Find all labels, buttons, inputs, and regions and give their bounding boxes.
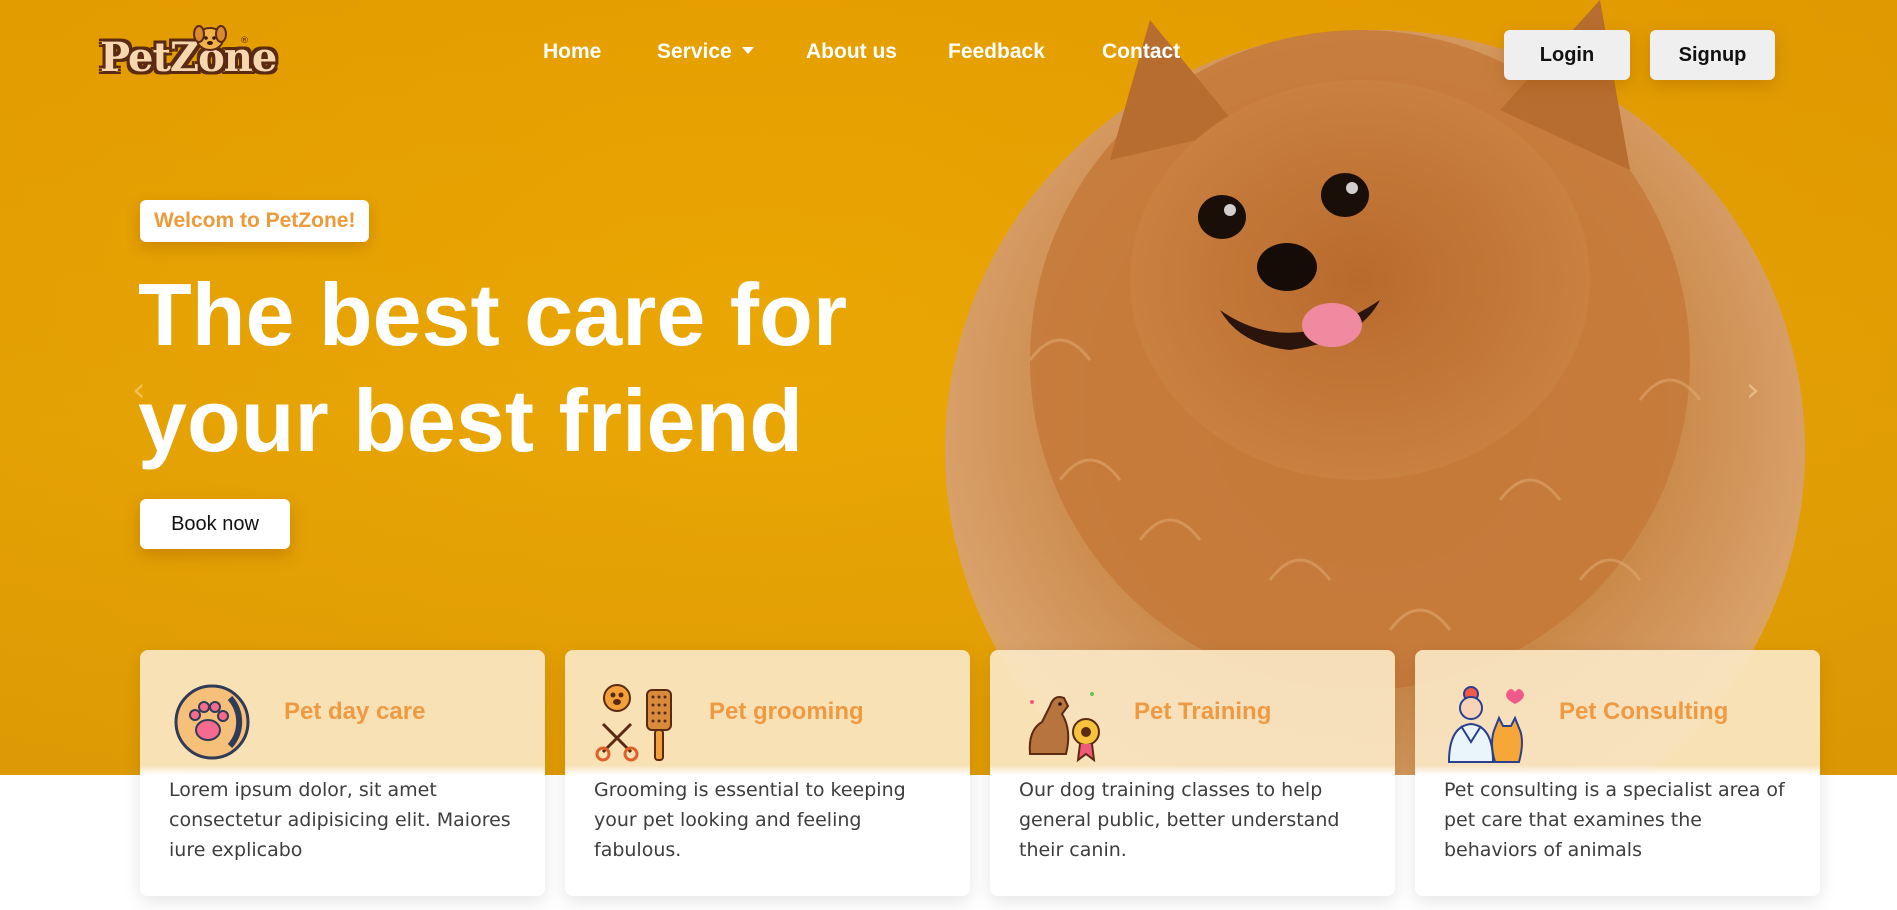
service-title: Pet Training <box>1134 698 1272 725</box>
nav-service[interactable]: Service <box>657 40 754 64</box>
nav-home[interactable]: Home <box>543 40 601 64</box>
service-title: Pet day care <box>284 698 426 725</box>
book-now-button[interactable]: Book now <box>140 499 290 549</box>
chevron-down-icon <box>741 47 754 54</box>
brand-name: PetZone <box>100 33 277 81</box>
nav-service-label: Service <box>657 40 732 63</box>
service-card-consulting[interactable]: Pet Consulting Pet consulting is a speci… <box>1415 650 1820 896</box>
carousel-prev-icon[interactable]: ‹ <box>132 370 152 410</box>
service-description: Lorem ipsum dolor, sit amet consectetur … <box>169 779 511 861</box>
carousel-next-icon[interactable]: › <box>1746 370 1766 410</box>
service-description: Grooming is essential to keeping your pe… <box>594 779 906 861</box>
service-card-grooming[interactable]: Pet grooming Grooming is essential to ke… <box>565 650 970 896</box>
nav-feedback[interactable]: Feedback <box>948 40 1045 64</box>
brand-logo[interactable]: PetZone ® <box>100 25 277 86</box>
service-card-day-care[interactable]: Pet day care Lorem ipsum dolor, sit amet… <box>140 650 545 896</box>
service-card-training[interactable]: Pet Training Our dog training classes to… <box>990 650 1395 896</box>
welcome-badge: Welcom to PetZone! <box>140 200 370 242</box>
hero-headline: The best care for your best friend <box>138 262 958 474</box>
headline-line-2: your best friend <box>138 371 803 470</box>
signup-button[interactable]: Signup <box>1650 30 1775 80</box>
vet-with-cat-icon <box>1447 686 1524 763</box>
nav-contact[interactable]: Contact <box>1102 40 1180 64</box>
paw-circle-icon <box>174 684 250 760</box>
service-title: Pet grooming <box>709 698 864 725</box>
nav-about[interactable]: About us <box>806 40 897 64</box>
login-button[interactable]: Login <box>1504 30 1630 80</box>
puppy-logo-icon <box>193 25 227 51</box>
service-description: Our dog training classes to help general… <box>1019 779 1340 861</box>
service-title: Pet Consulting <box>1559 698 1729 725</box>
dog-medal-icon <box>1028 692 1100 763</box>
grooming-scissors-brush-icon <box>595 684 672 762</box>
headline-line-1: The best care for <box>138 265 848 364</box>
registered-mark: ® <box>240 36 249 46</box>
service-description: Pet consulting is a specialist area of p… <box>1444 779 1785 861</box>
